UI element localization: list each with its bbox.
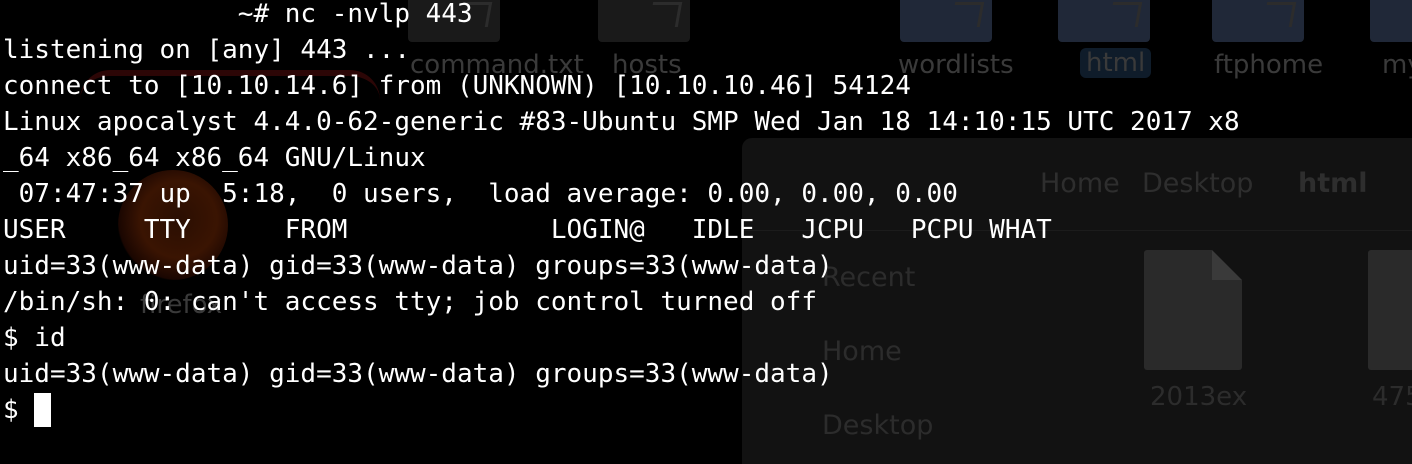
terminal-output-line: 07:47:37 up 5:18, 0 users, load average:… <box>3 179 958 209</box>
terminal-prompt-line[interactable]: $ <box>3 392 52 428</box>
terminal-cursor <box>34 393 52 427</box>
terminal-output-line: /bin/sh: 0: can't access tty; job contro… <box>3 287 817 317</box>
terminal-command-line: ~# nc -nvlp 443 <box>3 0 473 29</box>
terminal-output-line: USER TTY FROM LOGIN@ IDLE JCPU PCPU WHAT <box>3 215 1052 245</box>
terminal-window[interactable]: ~# nc -nvlp 443 listening on [any] 443 .… <box>0 0 1412 464</box>
terminal-prompt: $ <box>3 395 35 425</box>
terminal-output-line: connect to [10.10.14.6] from (UNKNOWN) [… <box>3 71 911 101</box>
screen: firefox command.txt hosts wordlists html… <box>0 0 1412 464</box>
terminal-output-line: Linux apocalyst 4.4.0-62-generic #83-Ubu… <box>3 107 1240 137</box>
terminal-output-line: uid=33(www-data) gid=33(www-data) groups… <box>3 251 833 281</box>
terminal-output-line: $ id <box>3 323 66 353</box>
terminal-output-line: uid=33(www-data) gid=33(www-data) groups… <box>3 359 833 389</box>
terminal-output-line: listening on [any] 443 ... <box>3 35 410 65</box>
terminal-output-line: _64 x86_64 x86_64 GNU/Linux <box>3 143 426 173</box>
